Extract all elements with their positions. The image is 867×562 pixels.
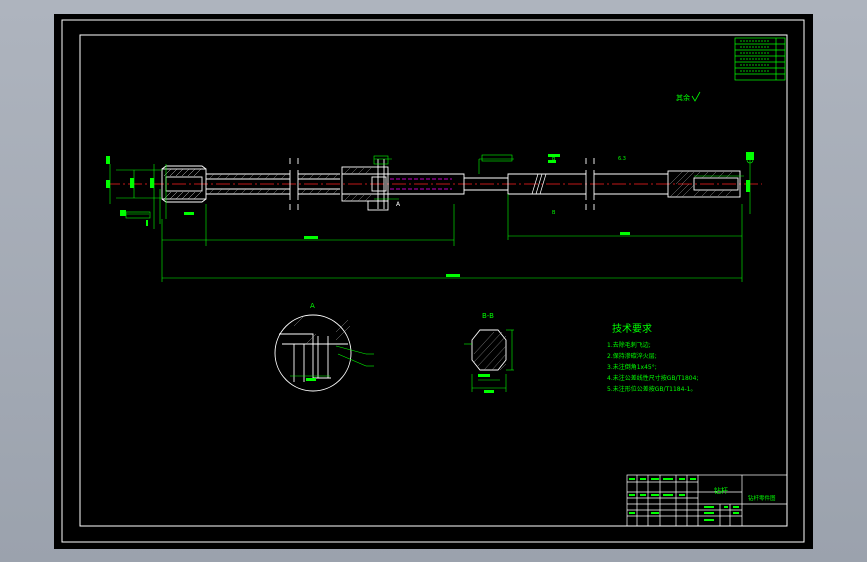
outer-frame [61, 19, 805, 543]
shaft-main-view [106, 158, 762, 211]
code-block-top-right [734, 37, 786, 81]
tolerance-frame-mid [373, 155, 389, 165]
part-name: 钻杆 [714, 486, 728, 495]
section-b-label: B-B [482, 312, 494, 320]
detail-ref-a: A [396, 201, 401, 208]
tech-req-item-3: 3.未注倒角1x45°; [607, 363, 657, 371]
section-mark-b1: B [552, 156, 556, 162]
middle-joint [341, 159, 389, 211]
tech-requirements: 技术要求 1.去除毛刺飞边; 2.保持渗碳淬火层; 3.未注倒角1x45°; 4… [607, 322, 698, 393]
tech-req-item-5: 5.未注形位公差按GB/T1184-1。 [607, 385, 696, 393]
title-block-text-marks [629, 478, 739, 521]
tech-req-item-2: 2.保持渗碳淬火层; [607, 352, 657, 360]
tolerance-frame-right [481, 154, 513, 162]
dimension-tick-marks [106, 152, 754, 277]
section-mark-b2: B [552, 210, 556, 216]
tolerance-frame-left [125, 211, 151, 219]
middle-joint-hatch [343, 167, 372, 202]
drawing-sheet: 其余 B B 6.3 A A B-B 技术要求 1.去除毛刺飞边; 2.保持渗碳… [54, 14, 813, 549]
roughness-symbol-icon [691, 91, 701, 102]
surface-mark: 6.3 [618, 156, 626, 162]
roughness-note: 其余 [676, 93, 690, 102]
detail-a-view [274, 314, 374, 392]
tech-req-item-1: 1.去除毛刺飞边; [607, 341, 651, 349]
inner-frame [79, 34, 788, 527]
tech-req-item-4: 4.未注公差线性尺寸按GB/T1804; [607, 374, 698, 382]
detail-a-label: A [310, 302, 315, 310]
drawing-title: 钻杆零件图 [748, 494, 776, 502]
engineering-drawing: 其余 B B 6.3 A A B-B 技术要求 1.去除毛刺飞边; 2.保持渗碳… [61, 19, 805, 543]
tech-requirements-title: 技术要求 [612, 322, 652, 335]
section-b-view [464, 329, 514, 393]
